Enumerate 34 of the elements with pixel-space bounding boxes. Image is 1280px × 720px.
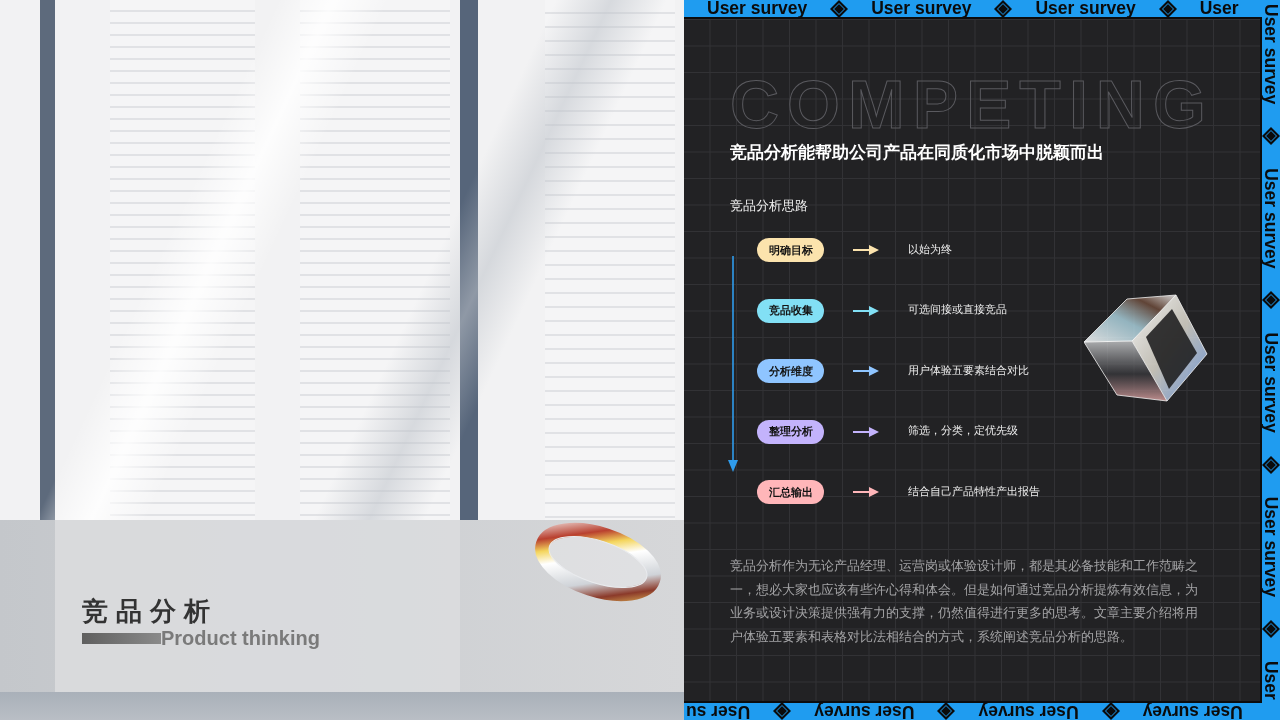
step-tag: 整理分析	[757, 419, 824, 444]
ribbon-label: User survey	[1262, 496, 1280, 597]
ribbon-label: User survey	[1262, 332, 1280, 433]
right-arrow-icon	[853, 366, 879, 376]
ribbon-label: User survey	[871, 0, 972, 17]
ribbon-label: User survey	[814, 703, 915, 720]
step-description: 以始为终	[908, 241, 952, 257]
step-tag: 竞品收集	[757, 298, 824, 323]
step-description: 筛选，分类，定优先级	[908, 423, 1018, 438]
ribbon-label: User su	[686, 703, 751, 720]
step-description: 结合自己产品特性产出报告	[908, 483, 1040, 499]
step-description: 用户体验五要素结合对比	[908, 362, 1029, 378]
step-tag: 汇总输出	[757, 480, 824, 504]
ribbon-label: User survey	[978, 703, 1079, 720]
step-description: 可选间接或直接竞品	[908, 302, 1007, 317]
right-arrow-icon	[853, 487, 879, 497]
ribbon-label: User	[1262, 660, 1280, 700]
ribbon-label: User survey	[1262, 4, 1280, 105]
section-title: 竞品分析思路	[730, 197, 808, 215]
cover-title: 竞品分析	[82, 596, 218, 626]
ribbon-label: User survey	[1035, 0, 1136, 17]
backdrop-word: COMPETING	[730, 70, 1214, 138]
ribbon-label: User survey	[1262, 168, 1280, 269]
ribbon-label: User survey	[707, 0, 808, 17]
ribbon-label: User	[1199, 0, 1239, 17]
step-tag: 分析维度	[757, 359, 824, 383]
right-arrow-icon	[853, 426, 879, 437]
ribbon-label: User survey	[1142, 703, 1243, 720]
step-tag: 明确目标	[757, 238, 824, 262]
cover-subtitle: Product thinking	[161, 627, 320, 649]
right-arrow-icon	[853, 245, 879, 255]
headline: 竞品分析能帮助公司产品在同质化市场中脱颖而出	[730, 142, 1104, 163]
body-paragraph: 竞品分析作为无论产品经理、运营岗或体验设计师，都是其必备技能和工作范畴之一，想必大家也应该有些许心得和体会。但是如何通过竞品分析提炼有效信息，为业务或设计决策提供强有力的支撑，仍然值得进行更多的思考。文章主要介绍将用户体验五要素和表格对比法相结合的方式，系统阐述竞品分析的思路。	[730, 557, 1199, 647]
right-arrow-icon	[853, 305, 879, 316]
